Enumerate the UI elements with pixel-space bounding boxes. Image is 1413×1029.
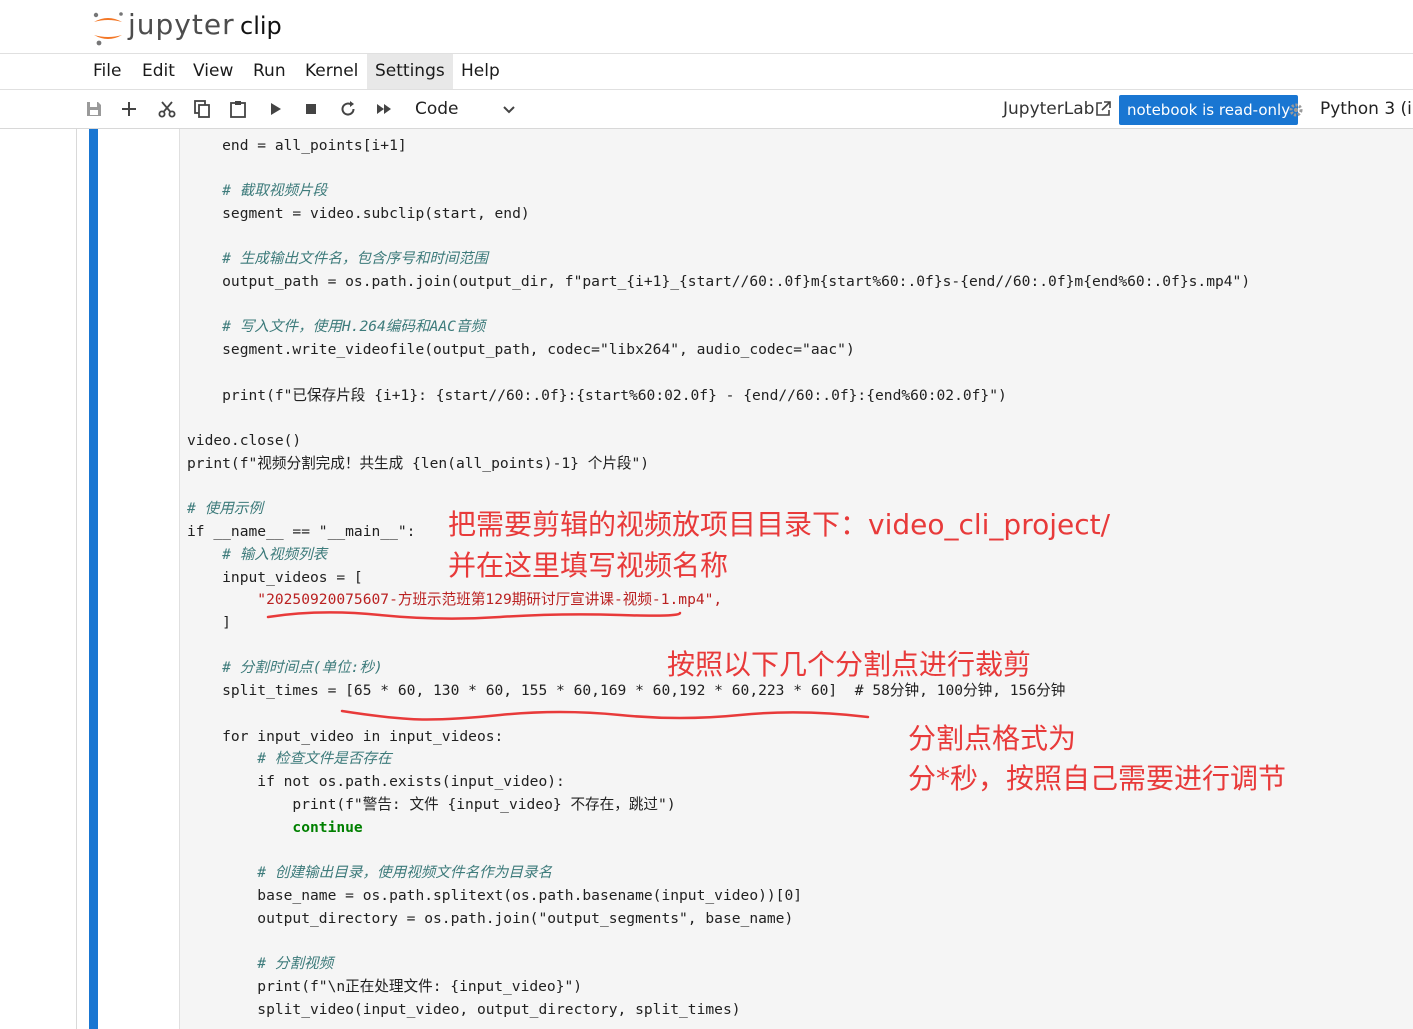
- code-line-27[interactable]: # 分割视频: [187, 953, 333, 975]
- annotation-format-title: 分割点格式为: [908, 722, 1077, 755]
- code-line-8[interactable]: print(f"已保存片段 {i+1}: {start//60:.0f}:{st…: [187, 385, 1007, 407]
- save-icon[interactable]: [81, 96, 107, 122]
- cut-icon[interactable]: [154, 96, 180, 122]
- code-line-15[interactable]: "20250920075607-方班示范班第129期研讨厅宣讲课-视频-1.mp…: [187, 589, 722, 611]
- add-icon[interactable]: [116, 96, 142, 122]
- menu-kernel[interactable]: Kernel: [297, 54, 366, 89]
- run-icon[interactable]: [262, 96, 288, 122]
- top-bar: jupyter clip: [0, 0, 1413, 54]
- code-line-1[interactable]: end = all_points[i+1]: [187, 135, 407, 157]
- run-all-icon[interactable]: [371, 96, 397, 122]
- code-line-29[interactable]: split_video(input_video, output_director…: [187, 999, 740, 1021]
- code-line-26[interactable]: output_directory = os.path.join("output_…: [187, 908, 793, 930]
- notebook-gutter-line: [76, 129, 77, 1029]
- code-line-7[interactable]: segment.write_videofile(output_path, cod…: [187, 339, 855, 361]
- notebook-panel[interactable]: end = all_points[i+1] # 截取视频片段 segment =…: [0, 129, 1413, 1029]
- annotation-fill-video-name: 并在这里填写视频名称: [448, 549, 729, 582]
- copy-icon[interactable]: [189, 96, 215, 122]
- active-cell-indicator[interactable]: [89, 129, 98, 1029]
- external-link-icon[interactable]: [1094, 100, 1112, 118]
- readonly-badge: notebook is read-only: [1119, 95, 1299, 125]
- code-line-20[interactable]: # 检查文件是否存在: [187, 748, 391, 770]
- stop-icon[interactable]: [298, 96, 324, 122]
- code-line-17[interactable]: # 分割时间点(单位:秒): [187, 657, 383, 679]
- code-line-5[interactable]: output_path = os.path.join(output_dir, f…: [187, 271, 1250, 293]
- code-line-9[interactable]: video.close(): [187, 430, 301, 452]
- jupyter-logo-icon[interactable]: [90, 10, 126, 46]
- brand-text: jupyter: [128, 8, 235, 41]
- code-line-2[interactable]: # 截取视频片段: [187, 180, 327, 202]
- kernel-name[interactable]: Python 3 (ip: [1320, 99, 1413, 119]
- code-line-16[interactable]: ]: [187, 612, 231, 634]
- code-line-14[interactable]: input_videos = [: [187, 567, 363, 589]
- paste-icon[interactable]: [225, 96, 251, 122]
- code-line-10[interactable]: print(f"视频分割完成！共生成 {len(all_points)-1} 个…: [187, 453, 649, 475]
- code-line-6[interactable]: # 写入文件，使用H.264编码和AAC音频: [187, 316, 485, 338]
- code-line-3[interactable]: segment = video.subclip(start, end): [187, 203, 530, 225]
- kernel-status-gear-icon: [1289, 103, 1303, 117]
- code-line-24[interactable]: # 创建输出目录，使用视频文件名作为目录名: [187, 862, 552, 884]
- chevron-down-icon: [503, 106, 515, 114]
- code-line-19[interactable]: for input_video in input_videos:: [187, 726, 503, 748]
- annotation-format-detail: 分*秒，按照自己需要进行调节: [908, 762, 1287, 795]
- code-line-13[interactable]: # 输入视频列表: [187, 544, 327, 566]
- annotation-video-location: 把需要剪辑的视频放项目目录下：video_cli_project/: [448, 508, 1111, 541]
- code-line-28[interactable]: print(f"\n正在处理文件: {input_video}"): [187, 976, 582, 998]
- menu-view[interactable]: View: [185, 54, 241, 89]
- restart-icon[interactable]: [335, 96, 361, 122]
- menu-run[interactable]: Run: [245, 54, 294, 89]
- menu-file[interactable]: File: [85, 54, 129, 89]
- cell-type-label: Code: [415, 99, 459, 119]
- jupyterlab-link[interactable]: JupyterLab: [1003, 99, 1094, 119]
- menu-bar: File Edit View Run Kernel Settings Help: [0, 54, 1413, 90]
- code-line-25[interactable]: base_name = os.path.splitext(os.path.bas…: [187, 885, 802, 907]
- code-line-12[interactable]: if __name__ == "__main__":: [187, 521, 415, 543]
- code-line-22[interactable]: print(f"警告: 文件 {input_video} 不存在，跳过"): [187, 794, 675, 816]
- notebook-title[interactable]: clip: [240, 12, 282, 40]
- code-line-18[interactable]: split_times = [65 * 60, 130 * 60, 155 * …: [187, 680, 1065, 702]
- code-line-23[interactable]: continue: [187, 817, 362, 839]
- menu-help[interactable]: Help: [453, 54, 508, 89]
- menu-edit[interactable]: Edit: [134, 54, 183, 89]
- code-line-4[interactable]: # 生成输出文件名，包含序号和时间范围: [187, 248, 488, 270]
- annotation-split-points: 按照以下几个分割点进行裁剪: [667, 648, 1032, 681]
- cell-type-select[interactable]: Code: [406, 95, 522, 123]
- notebook-toolbar: Code JupyterLab notebook is read-only Py…: [0, 90, 1413, 129]
- code-line-21[interactable]: if not os.path.exists(input_video):: [187, 771, 565, 793]
- menu-settings[interactable]: Settings: [367, 54, 453, 89]
- code-line-11[interactable]: # 使用示例: [187, 498, 263, 520]
